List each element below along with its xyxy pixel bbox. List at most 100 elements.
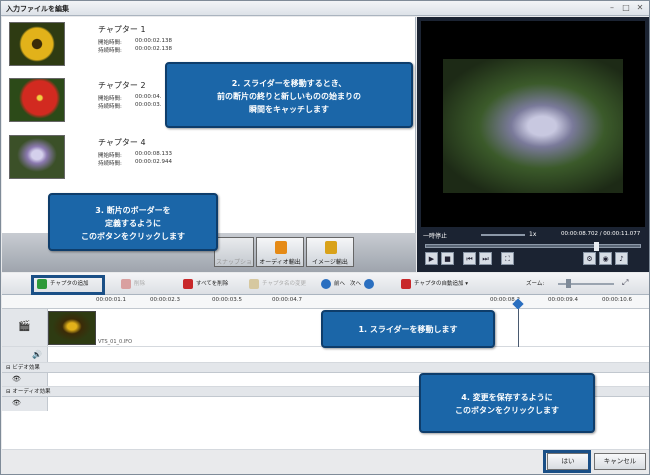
delete-label: 削除 [134, 281, 146, 287]
ruler-tick: 00:00:04.7 [272, 297, 302, 303]
ruler-tick: 00:00:01.1 [96, 297, 126, 303]
eye-icon[interactable]: 👁 [12, 399, 21, 407]
fullscreen-button[interactable]: ⛶ [501, 252, 514, 265]
delete-button[interactable]: 削除 [120, 277, 145, 291]
next-button[interactable]: 次へ [350, 277, 375, 291]
callout-3-line: このボタンをクリックします [81, 232, 185, 241]
cancel-button[interactable]: キャンセル [594, 453, 646, 470]
chapter-name: チャプター 2 [98, 81, 146, 90]
video-track-header: 🎬 [2, 309, 48, 346]
seek-knob[interactable] [594, 242, 599, 251]
chapter-thumbnail [9, 22, 65, 66]
duration-value: 00:00:02.944 [135, 159, 172, 165]
audio-export-label: オーディオ輸出 [259, 259, 301, 266]
film-icon: 🎬 [18, 321, 31, 332]
start-value: 00:00:08.133 [135, 151, 172, 157]
duration-label: 持続時間: [98, 48, 122, 54]
add-chapter-highlight [31, 275, 105, 295]
zoom-knob[interactable] [566, 279, 571, 288]
eye-icon[interactable]: 👁 [12, 375, 21, 383]
delete-all-button[interactable]: すべてを削除 [182, 277, 228, 291]
chapter-item[interactable]: チャプター 4 開始時間: 00:00:08.133 持続時間: 00:00:02.… [9, 135, 309, 181]
audio-export-icon [275, 241, 287, 254]
callout-step-3: 3. 断片のボーダーを 定義するように このボタンをクリックします [48, 193, 218, 251]
delete-icon [121, 279, 131, 289]
stop-button[interactable]: ■ [441, 252, 454, 265]
arrow-right-icon [364, 279, 375, 289]
ruler-tick: 00:00:10.6 [602, 297, 632, 303]
ruler-tick: 00:00:03.5 [212, 297, 242, 303]
next-frame-button[interactable]: ⏭ [479, 252, 492, 265]
auto-add-chapter-button[interactable]: チャプタの自動追加 ▾ [400, 277, 468, 291]
previous-button[interactable]: 前へ [320, 277, 345, 291]
callout-step-4: 4. 変更を保存するように このボタンをクリックします [419, 373, 595, 433]
settings-icon[interactable]: ⚙ [583, 252, 596, 265]
chapter-start-row: 開始時間: 00:00:04. [98, 94, 161, 102]
timeline-ruler[interactable]: 00:00:01.1 00:00:02.3 00:00:03.5 00:00:0… [2, 295, 649, 310]
chapter-duration-row: 持続時間: 00:00:02.944 [98, 159, 172, 167]
title-bar: 入力ファイルを編集 – □ ✕ [1, 1, 649, 16]
video-effects-header: 👁 [2, 373, 48, 386]
image-export-button[interactable]: イメージ輸出 [306, 237, 354, 267]
zoom-label: ズーム: [526, 281, 545, 287]
duration-label: 持続時間: [98, 161, 122, 167]
seek-slider[interactable] [425, 242, 641, 251]
duration-value: 00:00:02.138 [135, 46, 172, 52]
audio-track: 🔊 [2, 347, 649, 363]
chapter-thumbnail [9, 78, 65, 122]
volume-icon[interactable]: ♪ [615, 252, 628, 265]
maximize-button[interactable]: □ [621, 3, 631, 13]
camera-icon[interactable]: ◉ [599, 252, 612, 265]
audio-effects-label: オーディオ効果 [12, 389, 51, 395]
speed-slider[interactable] [481, 234, 525, 236]
delete-all-icon [183, 279, 193, 289]
snapshot-button[interactable]: スナップショ [214, 237, 254, 267]
time-readout: 00:00:08.702 / 00:00:11.077 [561, 231, 641, 237]
snapshot-label: スナップショ [215, 259, 252, 266]
fit-icon[interactable]: ⤢ [622, 278, 628, 288]
rename-icon [249, 279, 259, 289]
speed-value: 1x [529, 231, 537, 238]
video-effects-section[interactable]: ⊟ ビデオ効果 [2, 363, 649, 373]
callout-2-line: 2. スライダーを移動するとき、 [231, 79, 347, 88]
callout-1-text: 1. スライダーを移動します [358, 325, 458, 334]
chapter-thumbnail [9, 135, 65, 179]
close-button[interactable]: ✕ [635, 3, 645, 13]
preview-player: 一時停止 1x 00:00:08.702 / 00:00:11.077 ▶ ■ … [417, 17, 649, 272]
callout-2-line: 瞬間をキャッチします [249, 105, 329, 114]
duration-label: 持続時間: [98, 104, 122, 110]
video-frame [443, 59, 623, 193]
playhead-line [518, 309, 519, 347]
callout-3-line: 定義するように [105, 219, 161, 228]
video-preview [421, 21, 645, 227]
audio-export-button[interactable]: オーディオ輸出 [256, 237, 304, 267]
image-export-label: イメージ輸出 [312, 259, 348, 266]
clip-label: VTS_01_0.IFO [98, 339, 133, 345]
start-value: 00:00:04. [135, 94, 162, 100]
duration-value: 00:00:03. [135, 102, 162, 108]
arrow-left-icon [321, 279, 331, 289]
ruler-tick: 00:00:09.4 [548, 297, 578, 303]
rename-chapter-button[interactable]: チャプタ名の変更 [248, 277, 306, 291]
chapter-name: チャプター 1 [98, 25, 146, 34]
callout-step-2: 2. スライダーを移動するとき、 前の断片の終りと新しいものの始まりの 瞬間をキ… [165, 62, 413, 128]
video-effects-label: ビデオ効果 [12, 365, 40, 371]
clip-thumbnail[interactable] [48, 311, 96, 345]
ruler-tick: 00:00:02.3 [150, 297, 180, 303]
chapter-start-row: 開始時間: 00:00:02.138 [98, 38, 172, 46]
previous-label: 前へ [334, 281, 346, 287]
minimize-button[interactable]: – [607, 3, 617, 13]
rename-label: チャプタ名の変更 [262, 281, 306, 287]
chapter-duration-row: 持続時間: 00:00:03. [98, 102, 161, 110]
start-value: 00:00:02.138 [135, 38, 172, 44]
callout-2-line: 前の断片の終りと新しいものの始まりの [217, 92, 361, 101]
auto-add-icon [401, 279, 411, 289]
play-button[interactable]: ▶ [425, 252, 438, 265]
audio-effects-header: 👁 [2, 397, 48, 411]
callout-4-line: 4. 変更を保存するように [461, 393, 553, 402]
audio-track-header: 🔊 [2, 347, 48, 362]
player-status-bar: 一時停止 1x 00:00:08.702 / 00:00:11.077 [421, 229, 645, 241]
auto-add-label: チャプタの自動追加 [414, 281, 464, 287]
previous-frame-button[interactable]: ⏮ [463, 252, 476, 265]
callout-step-1: 1. スライダーを移動します [321, 310, 495, 348]
